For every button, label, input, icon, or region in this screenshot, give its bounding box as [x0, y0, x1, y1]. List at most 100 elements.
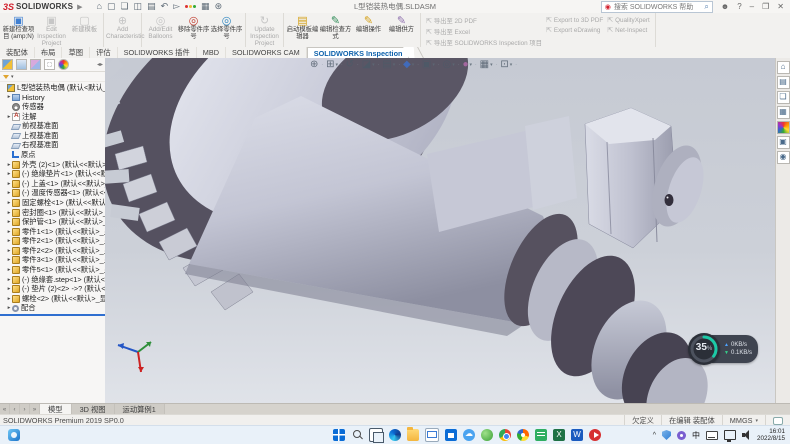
view-palette-icon[interactable]: ▦ — [777, 106, 790, 119]
ime-indicator[interactable]: 中 — [692, 430, 700, 441]
file-explorer-icon[interactable] — [407, 429, 419, 441]
tree-item[interactable]: ▸密封圈<1> (默认<<默认>_显示状 — [0, 208, 105, 218]
appearances-scenes-icon[interactable] — [777, 121, 790, 134]
options-icon[interactable]: ⊛ — [215, 2, 223, 11]
tree-item[interactable]: ▸(-) 温度传感器<1> (默认<<默认>_ — [0, 189, 105, 199]
edit-operations-button[interactable]: ✎编辑操作 — [352, 14, 385, 34]
tree-item[interactable]: 传感器 — [0, 102, 105, 112]
edit-vendors-button[interactable]: ✎编辑供方 — [385, 14, 418, 34]
defender-shield-icon[interactable] — [662, 430, 671, 440]
previous-view-icon[interactable]: ↺ — [346, 59, 354, 70]
tree-item[interactable]: ▸零件2<2> (默认<<默认>_显示状 — [0, 246, 105, 256]
tab-SOLIDWORKS Inspection[interactable]: SOLIDWORKS Inspection — [307, 47, 410, 58]
security-app-icon[interactable] — [481, 429, 493, 441]
tree-item[interactable]: ▸零件5<1> (默认<<默认>_显示状 — [0, 265, 105, 275]
zoom-to-fit-icon[interactable]: ⊕ — [310, 59, 318, 70]
touch-keyboard-icon[interactable] — [706, 431, 718, 440]
featuremanager-tab-icon[interactable] — [2, 59, 13, 70]
edge-icon[interactable] — [389, 429, 401, 441]
tree-item[interactable]: 右视基准面 — [0, 141, 105, 151]
word-icon[interactable]: W — [571, 429, 583, 441]
solidworks-resources-icon[interactable]: ⌂ — [777, 61, 790, 74]
location-badge-icon[interactable] — [677, 431, 686, 440]
view-orientation-icon[interactable]: ◆ — [403, 59, 411, 70]
tab-SOLIDWORKS CAM[interactable]: SOLIDWORKS CAM — [226, 47, 307, 58]
tree-item[interactable]: ▸配合 — [0, 304, 105, 314]
office-app-icon[interactable]: X — [553, 429, 565, 441]
taskbar-clock[interactable]: 16:01 2022/8/15 — [757, 428, 785, 442]
zoom-to-area-icon[interactable]: ⊞ — [326, 59, 334, 70]
tree-item[interactable]: ▸(-) 绝缘套.step<1> (默认<<默认> — [0, 275, 105, 285]
tree-item[interactable]: ▸零件1<1> (默认<<默认>_显示状态 — [0, 227, 105, 237]
new-inspection-project-button[interactable]: ▣新建检查项目 (amp;N) — [2, 14, 35, 41]
displaymanager-tab-icon[interactable] — [58, 59, 69, 70]
apply-scene-icon[interactable]: ▦ — [480, 59, 489, 70]
tree-item[interactable]: ▸保护管<1> (默认<<默认>_显示状 — [0, 217, 105, 227]
restore-button[interactable]: ❐ — [760, 2, 771, 11]
tree-item[interactable]: ▸History — [0, 93, 105, 103]
file-explorer-icon[interactable]: ❏ — [777, 91, 790, 104]
network-monitor-widget[interactable]: 35% ▲0KB/s ▼0.1KB/s — [688, 334, 758, 364]
save-icon[interactable]: ◫ — [134, 2, 143, 11]
tree-item[interactable]: 上视基准面 — [0, 131, 105, 141]
display-icon[interactable] — [724, 430, 736, 440]
section-view-icon[interactable]: ◪ — [362, 59, 371, 70]
remove-balloons-button[interactable]: ◎移除零件序号 — [177, 14, 210, 41]
cloud-app-icon[interactable] — [463, 429, 475, 441]
dimxpertmanager-tab-icon[interactable] — [44, 59, 55, 70]
widgets-icon[interactable] — [8, 429, 20, 441]
hidden-icons-chevron[interactable]: ^ — [653, 432, 656, 439]
edit-methods-button[interactable]: ✎编辑检查方式 — [319, 14, 352, 41]
launch-template-editor-button[interactable]: ▤启动模板编辑器 — [286, 14, 319, 41]
start-icon[interactable] — [333, 429, 345, 441]
tab-装配体[interactable]: 装配体 — [0, 47, 35, 58]
panel-tab-arrows[interactable]: ◂▸ — [97, 61, 103, 68]
select-icon[interactable]: ▻ — [173, 2, 180, 11]
graphics-area[interactable]: ⊕·⊞▾·↺·◪▾·▤▾·◆▾·▣▾·◎▾·●▾·▦▾·⊡▾· 35% ▲0KB… — [105, 58, 776, 404]
store-icon[interactable] — [445, 429, 457, 441]
edit-appearance-icon[interactable]: ● — [462, 59, 468, 70]
tab-MBD[interactable]: MBD — [197, 47, 226, 58]
propertymanager-tab-icon[interactable] — [16, 59, 27, 70]
open-document-icon[interactable]: ❏ — [120, 2, 128, 11]
print-icon[interactable]: ▤ — [147, 2, 156, 11]
help-button[interactable]: ? — [735, 2, 743, 11]
display-style-icon[interactable]: ▣ — [422, 59, 431, 70]
search-icon[interactable]: ⌕ — [704, 2, 708, 12]
tab-布局[interactable]: 布局 — [35, 47, 63, 58]
grid-icon[interactable]: ▦ — [201, 2, 210, 11]
search-icon[interactable] — [351, 429, 363, 441]
solidworks-forum-icon[interactable]: ◉ — [777, 151, 790, 164]
close-button[interactable]: ✕ — [775, 2, 786, 11]
tree-item[interactable]: ▸零件3<1> (默认<<默认>_显示状 — [0, 256, 105, 266]
notes-app-icon[interactable] — [535, 429, 547, 441]
search-input[interactable]: ◉ 搜索 SOLIDWORKS 帮助 ⌕ — [601, 1, 713, 13]
tree-item[interactable]: ▸螺栓<2> (默认<<默认>_显示状态 — [0, 294, 105, 304]
configurationmanager-tab-icon[interactable] — [30, 59, 41, 70]
chrome-icon[interactable] — [499, 429, 511, 441]
tree-item[interactable]: 前视基准面 — [0, 121, 105, 131]
tab-草图[interactable]: 草图 — [62, 47, 90, 58]
home-icon[interactable]: ⌂ — [97, 2, 102, 11]
tree-item[interactable]: L型铠装热电偶 (默认<默认_显示状态-1 — [0, 83, 105, 93]
design-library-icon[interactable]: ▤ — [777, 76, 790, 89]
menu-expand-arrow-icon[interactable]: ▶ — [77, 3, 82, 11]
tree-item[interactable]: ▸注解 — [0, 112, 105, 122]
tab-SOLIDWORKS 插件[interactable]: SOLIDWORKS 插件 — [118, 47, 197, 58]
tree-item[interactable]: ▸(-) 绝缘垫片<1> (默认<<默认>_显 — [0, 169, 105, 179]
select-balloons-button[interactable]: ◎选择零件序号 — [210, 14, 243, 41]
dynamic-annotation-views-icon[interactable]: ▤ — [382, 59, 391, 70]
rollback-bar[interactable] — [0, 314, 105, 316]
performance-icon[interactable] — [185, 5, 196, 8]
view-settings-icon[interactable]: ⊡ — [500, 59, 508, 70]
tree-item[interactable]: ▸零件2<1> (默认<<默认>_显示状 — [0, 237, 105, 247]
undo-icon[interactable]: ↶ — [161, 2, 169, 11]
tree-item[interactable]: ▸外壳 (2)<1> (默认<<默认>_显示状 — [0, 160, 105, 170]
browser-app-icon[interactable] — [517, 429, 529, 441]
minimize-button[interactable]: – — [748, 2, 756, 11]
task-view-icon[interactable] — [369, 428, 383, 442]
new-document-icon[interactable]: ▢ — [107, 2, 116, 11]
volume-icon[interactable] — [742, 430, 751, 440]
tree-item[interactable]: 原点 — [0, 150, 105, 160]
tree-item[interactable]: ▸(-) 垫片 (2)<2> ->? (默认<<默认> — [0, 284, 105, 294]
